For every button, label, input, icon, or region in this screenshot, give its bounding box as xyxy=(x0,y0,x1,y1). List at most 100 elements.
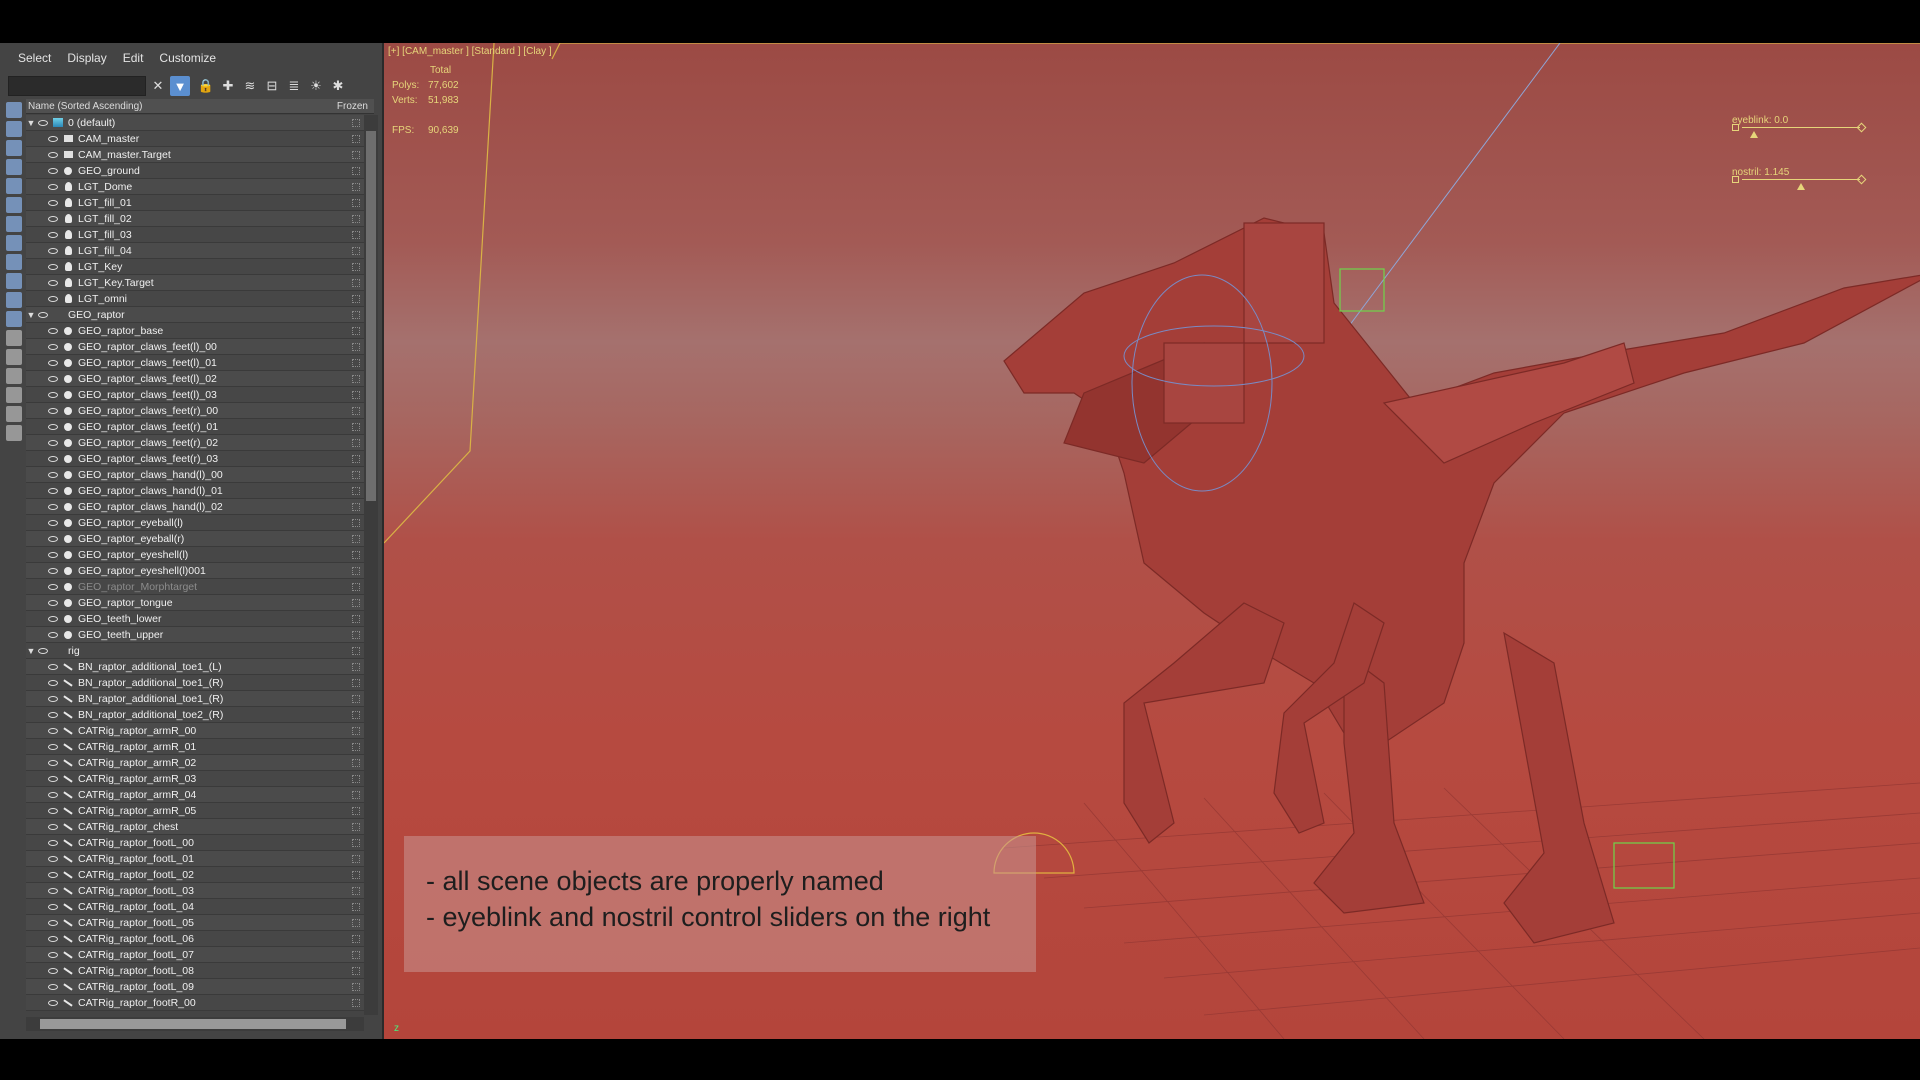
frozen-toggle-icon[interactable] xyxy=(352,534,360,543)
visibility-eye-icon[interactable] xyxy=(36,646,50,655)
eyeblink-handle[interactable] xyxy=(1750,131,1758,138)
frozen-toggle-icon[interactable] xyxy=(352,374,360,383)
frozen-toggle-icon[interactable] xyxy=(352,166,360,175)
visibility-eye-icon[interactable] xyxy=(46,214,60,223)
visibility-eye-icon[interactable] xyxy=(46,486,60,495)
scene-list-item[interactable]: GEO_raptor_claws_hand(l)_02 xyxy=(26,499,364,515)
select-icon[interactable] xyxy=(6,387,22,403)
frozen-toggle-icon[interactable] xyxy=(352,998,360,1007)
scene-list-item[interactable]: CATRig_raptor_armR_04 xyxy=(26,787,364,803)
folder-icon[interactable] xyxy=(6,425,22,441)
visibility-eye-icon[interactable] xyxy=(46,854,60,863)
visibility-eye-icon[interactable] xyxy=(46,326,60,335)
visibility-eye-icon[interactable] xyxy=(46,182,60,191)
frozen-toggle-icon[interactable] xyxy=(352,742,360,751)
filter-lights-icon[interactable] xyxy=(6,140,22,156)
lock-icon[interactable]: 🔒 xyxy=(196,76,216,96)
frozen-toggle-icon[interactable] xyxy=(352,902,360,911)
visibility-eye-icon[interactable] xyxy=(46,774,60,783)
frozen-toggle-icon[interactable] xyxy=(352,646,360,655)
visibility-eye-icon[interactable] xyxy=(46,614,60,623)
search-input[interactable] xyxy=(8,76,146,96)
nostril-slider[interactable]: nostril: 1.145 xyxy=(1732,167,1872,197)
frozen-toggle-icon[interactable] xyxy=(352,934,360,943)
scene-list-item[interactable]: CATRig_raptor_armR_03 xyxy=(26,771,364,787)
expand-arrow-icon[interactable]: ▼ xyxy=(26,310,36,320)
scene-list-item[interactable]: LGT_fill_01 xyxy=(26,195,364,211)
eyeblink-slider[interactable]: eyeblink: 0.0 xyxy=(1732,115,1872,145)
scene-list-item[interactable]: LGT_Key xyxy=(26,259,364,275)
frozen-toggle-icon[interactable] xyxy=(352,678,360,687)
filter-helpers-icon[interactable] xyxy=(6,178,22,194)
scene-list-item[interactable]: GEO_teeth_upper xyxy=(26,627,364,643)
scene-list-item[interactable]: GEO_raptor_eyeshell(l)001 xyxy=(26,563,364,579)
frozen-toggle-icon[interactable] xyxy=(352,294,360,303)
frozen-toggle-icon[interactable] xyxy=(352,134,360,143)
layers-icon[interactable]: ≋ xyxy=(240,76,260,96)
frozen-toggle-icon[interactable] xyxy=(352,598,360,607)
visibility-eye-icon[interactable] xyxy=(46,134,60,143)
visibility-eye-icon[interactable] xyxy=(46,902,60,911)
display-none-icon[interactable] xyxy=(6,349,22,365)
visibility-eye-icon[interactable] xyxy=(46,294,60,303)
visibility-eye-icon[interactable] xyxy=(46,678,60,687)
scene-list-item[interactable]: GEO_raptor_eyeshell(l) xyxy=(26,547,364,563)
scene-list-item[interactable]: LGT_Dome xyxy=(26,179,364,195)
scene-list-item[interactable]: CATRig_raptor_footL_06 xyxy=(26,931,364,947)
scene-list-item[interactable]: GEO_raptor_base xyxy=(26,323,364,339)
scene-list-item[interactable]: CATRig_raptor_footL_00 xyxy=(26,835,364,851)
visibility-eye-icon[interactable] xyxy=(46,998,60,1007)
visibility-eye-icon[interactable] xyxy=(46,150,60,159)
nostril-key-box[interactable] xyxy=(1732,176,1739,183)
scene-list-item[interactable]: CATRig_raptor_chest xyxy=(26,819,364,835)
scene-list-item[interactable]: BN_raptor_additional_toe2_(R) xyxy=(26,707,364,723)
scene-list-item[interactable]: CATRig_raptor_footL_05 xyxy=(26,915,364,931)
visibility-eye-icon[interactable] xyxy=(46,390,60,399)
filter-spacewarps-icon[interactable] xyxy=(6,197,22,213)
frozen-toggle-icon[interactable] xyxy=(352,582,360,591)
visibility-eye-icon[interactable] xyxy=(46,358,60,367)
frozen-toggle-icon[interactable] xyxy=(352,246,360,255)
scene-list-item[interactable]: GEO_raptor_claws_hand(l)_00 xyxy=(26,467,364,483)
visibility-eye-icon[interactable] xyxy=(46,726,60,735)
frozen-toggle-icon[interactable] xyxy=(352,566,360,575)
filter-bones-icon[interactable] xyxy=(6,254,22,270)
visibility-eye-icon[interactable] xyxy=(46,166,60,175)
scene-list-item[interactable]: GEO_raptor_claws_feet(r)_03 xyxy=(26,451,364,467)
frozen-toggle-icon[interactable] xyxy=(352,790,360,799)
eyeblink-key-box[interactable] xyxy=(1732,124,1739,131)
frozen-toggle-icon[interactable] xyxy=(352,422,360,431)
hierarchy-icon[interactable]: ⊟ xyxy=(262,76,282,96)
scene-list-item[interactable]: GEO_raptor_claws_feet(l)_00 xyxy=(26,339,364,355)
scene-list-item[interactable]: GEO_raptor_Morphtarget xyxy=(26,579,364,595)
visibility-eye-icon[interactable] xyxy=(46,886,60,895)
scene-list-item[interactable]: GEO_raptor_claws_feet(r)_00 xyxy=(26,403,364,419)
scene-list-item[interactable]: BN_raptor_additional_toe1_(R) xyxy=(26,675,364,691)
frozen-toggle-icon[interactable] xyxy=(352,518,360,527)
visibility-eye-icon[interactable] xyxy=(46,662,60,671)
visibility-eye-icon[interactable] xyxy=(46,806,60,815)
list-column-header[interactable]: Name (Sorted Ascending) Frozen xyxy=(26,99,374,114)
frozen-toggle-icon[interactable] xyxy=(352,806,360,815)
funnel-icon[interactable] xyxy=(6,406,22,422)
vertical-scroll-thumb[interactable] xyxy=(366,131,376,501)
visibility-eye-icon[interactable] xyxy=(46,454,60,463)
stack-icon[interactable]: ≣ xyxy=(284,76,304,96)
frozen-toggle-icon[interactable] xyxy=(352,470,360,479)
add-layer-icon[interactable]: ✚ xyxy=(218,76,238,96)
scene-list-item[interactable]: CATRig_raptor_footL_02 xyxy=(26,867,364,883)
filter-cameras-icon[interactable] xyxy=(6,159,22,175)
frozen-toggle-icon[interactable] xyxy=(352,502,360,511)
display-all-icon[interactable] xyxy=(6,330,22,346)
visibility-eye-icon[interactable] xyxy=(46,246,60,255)
frozen-toggle-icon[interactable] xyxy=(352,662,360,671)
scene-list-item[interactable]: GEO_raptor_eyeball(r) xyxy=(26,531,364,547)
scene-list-item[interactable]: BN_raptor_additional_toe1_(L) xyxy=(26,659,364,675)
visibility-eye-icon[interactable] xyxy=(46,470,60,479)
scene-list-item[interactable]: LGT_fill_03 xyxy=(26,227,364,243)
invert-icon[interactable] xyxy=(6,368,22,384)
frozen-toggle-icon[interactable] xyxy=(352,150,360,159)
frozen-toggle-icon[interactable] xyxy=(352,214,360,223)
menu-select[interactable]: Select xyxy=(10,51,59,65)
visibility-eye-icon[interactable] xyxy=(46,630,60,639)
